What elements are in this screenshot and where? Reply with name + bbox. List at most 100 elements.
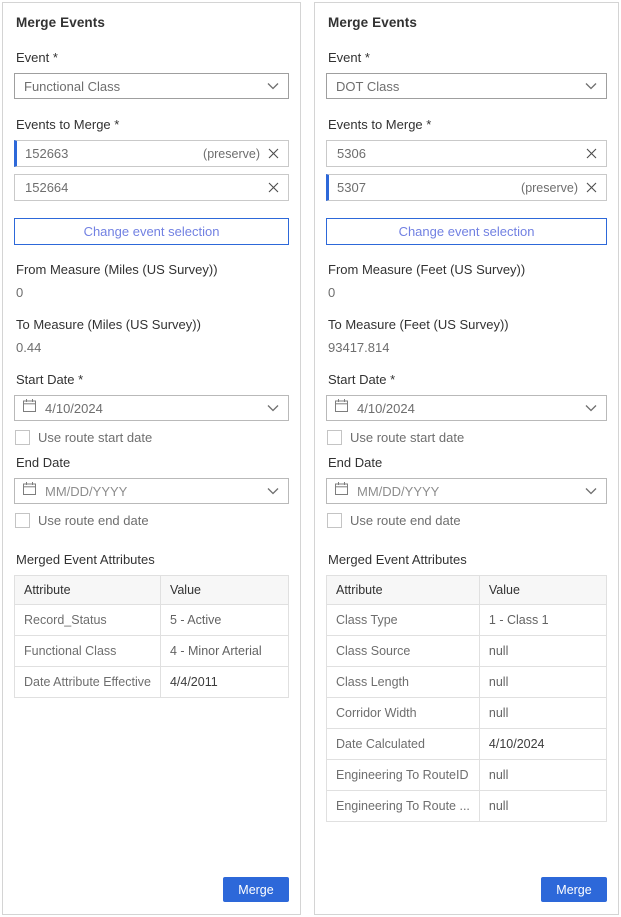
merge-events-panel-left: Merge Events Event * Functional Class Ev… — [2, 2, 301, 915]
value-column-header: Value — [160, 576, 288, 605]
merge-button[interactable]: Merge — [541, 877, 607, 902]
checkbox[interactable] — [327, 513, 342, 528]
start-date-value: 4/10/2024 — [357, 401, 577, 416]
attribute-cell: Class Type — [327, 605, 480, 636]
end-date-placeholder: MM/DD/YYYY — [357, 484, 577, 499]
merge-events-panel-right: Merge Events Event * DOT Class Events to… — [314, 2, 619, 915]
value-cell: 1 - Class 1 — [479, 605, 606, 636]
remove-event-icon[interactable] — [268, 182, 279, 193]
table-row: Class Lengthnull — [327, 667, 607, 698]
start-date-value: 4/10/2024 — [45, 401, 259, 416]
use-route-end-date-label: Use route end date — [350, 513, 461, 528]
event-to-merge-chip: 152663(preserve) — [14, 140, 289, 167]
use-route-start-date-label: Use route start date — [350, 430, 464, 445]
use-route-start-date-label: Use route start date — [38, 430, 152, 445]
panel-title: Merge Events — [16, 15, 289, 30]
calendar-icon — [334, 481, 349, 501]
end-date-placeholder: MM/DD/YYYY — [45, 484, 259, 499]
events-to-merge-list: 152663(preserve) 152664 — [14, 140, 289, 201]
event-to-merge-chip: 5306 — [326, 140, 607, 167]
chevron-down-icon — [267, 399, 279, 417]
value-cell: null — [479, 698, 606, 729]
end-date-picker[interactable]: MM/DD/YYYY — [326, 478, 607, 504]
event-select-value: DOT Class — [336, 79, 585, 94]
from-measure-label: From Measure (Feet (US Survey)) — [328, 262, 607, 277]
table-row: Functional Class4 - Minor Arterial — [15, 636, 289, 667]
preserve-label: (preserve) — [521, 181, 578, 195]
attribute-cell: Class Length — [327, 667, 480, 698]
end-date-label: End Date — [16, 455, 289, 470]
attribute-cell: Corridor Width — [327, 698, 480, 729]
event-id: 152663 — [25, 146, 203, 161]
event-select-value: Functional Class — [24, 79, 267, 94]
table-row: Date Attribute Effective4/4/2011 — [15, 667, 289, 698]
value-cell: null — [479, 636, 606, 667]
merge-button[interactable]: Merge — [223, 877, 289, 902]
from-measure-label: From Measure (Miles (US Survey)) — [16, 262, 289, 277]
event-id: 5306 — [337, 146, 586, 161]
attribute-cell: Date Attribute Effective — [15, 667, 161, 698]
checkbox[interactable] — [15, 513, 30, 528]
event-select[interactable]: Functional Class — [14, 73, 289, 99]
merged-event-attributes-label: Merged Event Attributes — [16, 552, 289, 567]
start-date-label: Start Date * — [328, 372, 607, 387]
use-route-start-date-checkbox-row[interactable]: Use route start date — [15, 430, 289, 445]
attribute-cell: Record_Status — [15, 605, 161, 636]
events-to-merge-label: Events to Merge * — [16, 117, 289, 132]
merged-event-attributes-table: Attribute Value Class Type1 - Class 1Cla… — [326, 575, 607, 822]
panel-title: Merge Events — [328, 15, 607, 30]
attribute-cell: Class Source — [327, 636, 480, 667]
use-route-end-date-label: Use route end date — [38, 513, 149, 528]
table-header-row: Attribute Value — [15, 576, 289, 605]
attribute-cell: Engineering To RouteID — [327, 760, 480, 791]
attribute-cell: Date Calculated — [327, 729, 480, 760]
chevron-down-icon — [585, 77, 597, 95]
start-date-label: Start Date * — [16, 372, 289, 387]
value-cell: 4/10/2024 — [479, 729, 606, 760]
value-cell: 4/4/2011 — [160, 667, 288, 698]
table-row: Class Sourcenull — [327, 636, 607, 667]
start-date-picker[interactable]: 4/10/2024 — [14, 395, 289, 421]
end-date-label: End Date — [328, 455, 607, 470]
start-date-picker[interactable]: 4/10/2024 — [326, 395, 607, 421]
chevron-down-icon — [585, 482, 597, 500]
value-column-header: Value — [479, 576, 606, 605]
event-label: Event * — [16, 50, 289, 65]
attribute-cell: Engineering To Route ... — [327, 791, 480, 822]
table-row: Engineering To Route ...null — [327, 791, 607, 822]
attribute-column-header: Attribute — [15, 576, 161, 605]
remove-event-icon[interactable] — [268, 148, 279, 159]
chevron-down-icon — [267, 77, 279, 95]
table-header-row: Attribute Value — [327, 576, 607, 605]
merged-event-attributes-label: Merged Event Attributes — [328, 552, 607, 567]
from-measure-value: 0 — [16, 285, 289, 300]
checkbox[interactable] — [327, 430, 342, 445]
change-event-selection-button[interactable]: Change event selection — [14, 218, 289, 245]
use-route-end-date-checkbox-row[interactable]: Use route end date — [15, 513, 289, 528]
value-cell: 4 - Minor Arterial — [160, 636, 288, 667]
preserve-label: (preserve) — [203, 147, 260, 161]
remove-event-icon[interactable] — [586, 148, 597, 159]
use-route-end-date-checkbox-row[interactable]: Use route end date — [327, 513, 607, 528]
merged-event-attributes-table: Attribute Value Record_Status5 - ActiveF… — [14, 575, 289, 698]
calendar-icon — [22, 481, 37, 501]
event-select[interactable]: DOT Class — [326, 73, 607, 99]
table-row: Class Type1 - Class 1 — [327, 605, 607, 636]
to-measure-value: 93417.814 — [328, 340, 607, 355]
event-to-merge-chip: 5307(preserve) — [326, 174, 607, 201]
end-date-picker[interactable]: MM/DD/YYYY — [14, 478, 289, 504]
to-measure-label: To Measure (Feet (US Survey)) — [328, 317, 607, 332]
use-route-start-date-checkbox-row[interactable]: Use route start date — [327, 430, 607, 445]
event-id: 5307 — [337, 180, 521, 195]
change-event-selection-button[interactable]: Change event selection — [326, 218, 607, 245]
from-measure-value: 0 — [328, 285, 607, 300]
remove-event-icon[interactable] — [586, 182, 597, 193]
event-id: 152664 — [25, 180, 268, 195]
table-row: Record_Status5 - Active — [15, 605, 289, 636]
checkbox[interactable] — [15, 430, 30, 445]
value-cell: null — [479, 760, 606, 791]
attribute-column-header: Attribute — [327, 576, 480, 605]
calendar-icon — [334, 398, 349, 418]
attribute-cell: Functional Class — [15, 636, 161, 667]
event-label: Event * — [328, 50, 607, 65]
